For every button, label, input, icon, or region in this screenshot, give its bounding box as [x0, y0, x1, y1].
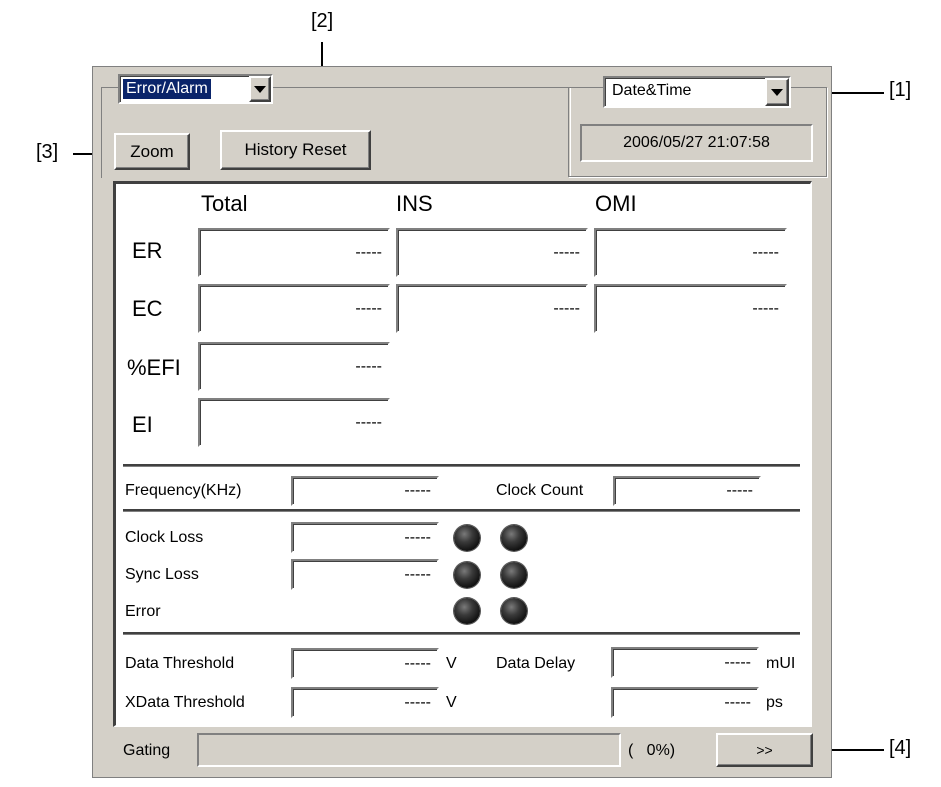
datetime-select[interactable]: Date&Time [603, 76, 791, 108]
data-threshold-field: ----- [291, 648, 439, 679]
frequency-field: ----- [291, 476, 439, 506]
sync-loss-history-led-icon [501, 562, 527, 588]
delay-ps-field: ----- [611, 687, 759, 718]
chevron-down-icon [254, 85, 266, 93]
column-header-total: Total [201, 191, 248, 216]
error-current-led-icon [454, 598, 480, 624]
datetime-display: 2006/05/27 21:07:58 [580, 124, 813, 162]
gating-percent: ( 0%) [628, 742, 676, 759]
datetime-select-value: Date&Time [612, 82, 692, 99]
xdata-threshold-field: ----- [291, 687, 439, 718]
gating-next-button[interactable]: >> [716, 733, 813, 767]
ec-ins-field: ----- [396, 284, 588, 333]
separator [123, 632, 800, 635]
frequency-label: Frequency(KHz) [125, 482, 242, 499]
er-ins-field: ----- [396, 228, 588, 277]
data-threshold-label: Data Threshold [125, 655, 235, 672]
error-label: Error [125, 603, 161, 620]
row-label-er: ER [132, 238, 163, 263]
xdata-threshold-unit: V [446, 694, 457, 711]
sync-loss-current-led-icon [454, 562, 480, 588]
gating-label: Gating [123, 742, 171, 759]
ec-omi-field: ----- [594, 284, 787, 333]
clock-loss-current-led-icon [454, 525, 480, 551]
er-omi-field: ----- [594, 228, 787, 277]
history-reset-button[interactable]: History Reset [220, 130, 371, 170]
mode-select-value: Error/Alarm [123, 79, 211, 99]
data-delay-field: ----- [611, 647, 759, 678]
clock-count-label: Clock Count [496, 482, 584, 499]
row-label-ei: EI [132, 412, 153, 437]
efi-total-field: ----- [198, 342, 390, 391]
clock-loss-history-led-icon [501, 525, 527, 551]
sync-loss-field: ----- [291, 559, 439, 590]
data-delay-unit: mUI [766, 655, 796, 672]
gating-progress-bar [197, 733, 621, 767]
column-header-omi: OMI [595, 191, 637, 216]
mode-select[interactable]: Error/Alarm [118, 74, 273, 104]
er-total-field: ----- [198, 228, 390, 277]
separator [123, 464, 800, 467]
xdata-threshold-label: XData Threshold [125, 694, 245, 711]
column-header-ins: INS [396, 191, 433, 216]
chevron-down-icon [771, 88, 783, 96]
clock-count-field: ----- [613, 476, 761, 506]
mode-select-dropdown-button[interactable] [249, 76, 271, 102]
error-history-led-icon [501, 598, 527, 624]
row-label-ec: EC [132, 296, 163, 321]
datetime-dropdown-button[interactable] [765, 78, 789, 106]
data-threshold-unit: V [446, 655, 457, 672]
row-label-efi: %EFI [127, 355, 181, 380]
data-delay-label: Data Delay [496, 655, 576, 672]
clock-loss-label: Clock Loss [125, 529, 204, 546]
ec-total-field: ----- [198, 284, 390, 333]
clock-loss-field: ----- [291, 522, 439, 553]
separator [123, 509, 800, 512]
zoom-button[interactable]: Zoom [114, 133, 190, 170]
sync-loss-label: Sync Loss [125, 566, 199, 583]
ei-total-field: ----- [198, 398, 390, 447]
delay-ps-unit: ps [766, 694, 783, 711]
